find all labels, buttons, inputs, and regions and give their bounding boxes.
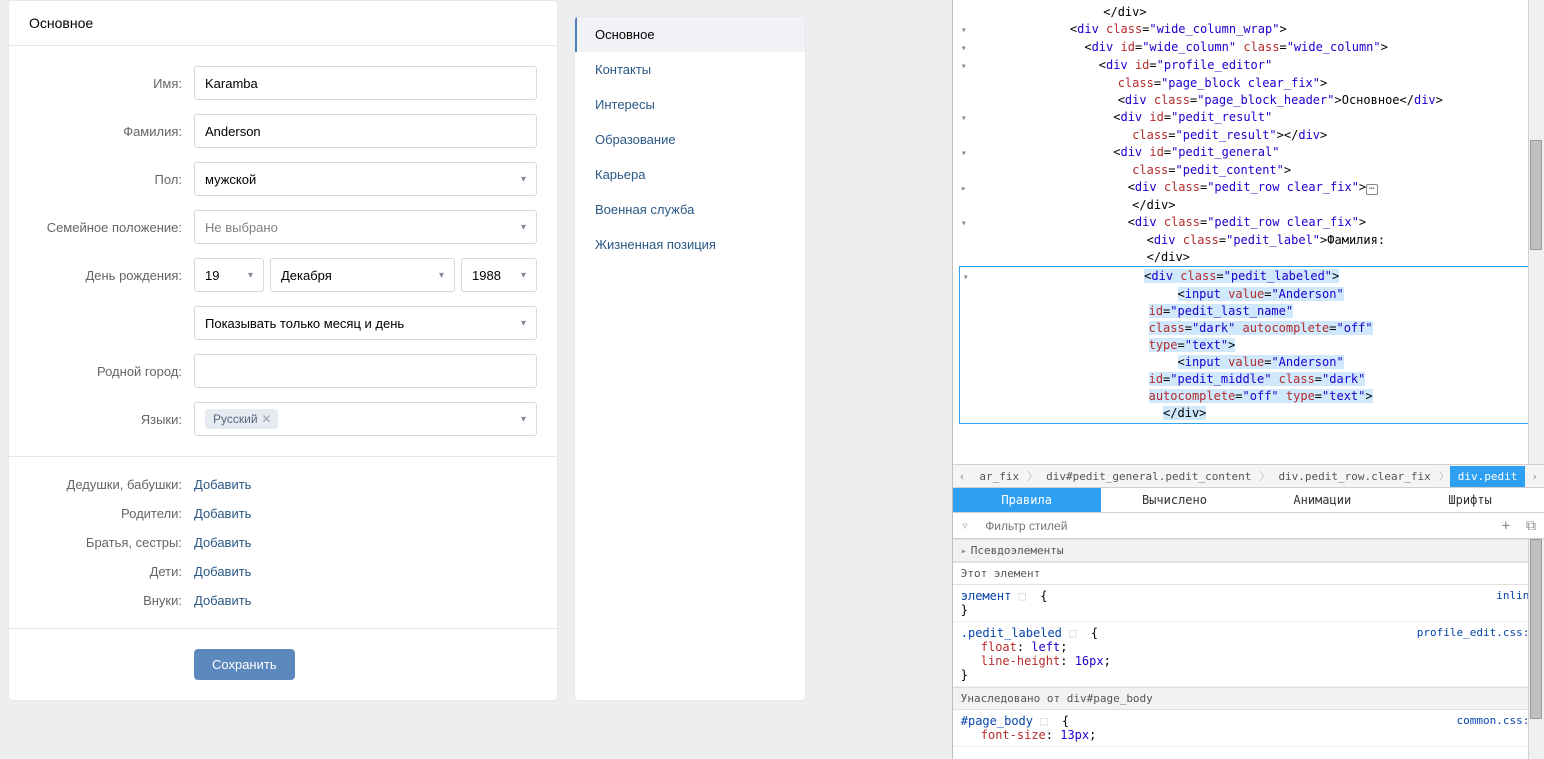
grandparents-label: Дедушки, бабушки: xyxy=(29,477,194,492)
add-rule-icon[interactable]: + xyxy=(1494,518,1518,534)
birthday-visibility-select[interactable]: Показывать только месяц и день▾ xyxy=(194,306,537,340)
styles-scrollbar[interactable] xyxy=(1528,539,1544,759)
nav-item-career[interactable]: Карьера xyxy=(575,157,805,192)
language-tag: Русский✕ xyxy=(205,409,278,429)
page-content: Основное Имя: Фамилия: Пол: мужской▾ xyxy=(0,0,952,759)
hometown-label: Родной город: xyxy=(29,364,194,379)
add-grandparents-link[interactable]: Добавить xyxy=(194,477,251,492)
inherited-header: Унаследовано от div#page_body xyxy=(953,687,1544,710)
hometown-input[interactable] xyxy=(194,354,537,388)
tab-fonts[interactable]: Шрифты xyxy=(1396,488,1544,512)
breadcrumb-item[interactable]: div#pedit_general.pedit_content xyxy=(1038,466,1259,487)
marital-label: Семейное положение: xyxy=(29,220,194,235)
page-block-header: Основное xyxy=(9,1,557,46)
dom-scrollbar[interactable] xyxy=(1528,0,1544,464)
siblings-label: Братья, сестры: xyxy=(29,535,194,550)
side-nav: Основное Контакты Интересы Образование К… xyxy=(574,16,806,701)
this-element-header: Этот элемент xyxy=(953,562,1544,585)
devtools-panel: </div> ▾ <div class="wide_column_wrap"> … xyxy=(952,0,1544,759)
rule-source-link[interactable]: profile_edit.css:1 xyxy=(1417,626,1536,640)
styles-panel[interactable]: ▸Псевдоэлементы Этот элемент элемент ⬚ {… xyxy=(953,539,1544,759)
chevron-down-icon: ▾ xyxy=(521,414,526,425)
css-rule[interactable]: #page_body ⬚ {common.css:1 font-size: 13… xyxy=(953,710,1544,747)
profile-editor-block: Основное Имя: Фамилия: Пол: мужской▾ xyxy=(8,0,558,701)
nav-item-military[interactable]: Военная служба xyxy=(575,192,805,227)
birthday-month-select[interactable]: Декабря▾ xyxy=(270,258,455,292)
add-grandchildren-link[interactable]: Добавить xyxy=(194,593,251,608)
breadcrumb-prev-icon[interactable]: ‹ xyxy=(953,470,972,483)
styles-filter-input[interactable] xyxy=(977,515,1493,537)
chevron-down-icon: ▾ xyxy=(521,174,526,185)
chevron-down-icon: ▾ xyxy=(248,270,253,281)
chevron-down-icon: ▾ xyxy=(439,270,444,281)
tab-computed[interactable]: Вычислено xyxy=(1101,488,1249,512)
save-button[interactable]: Сохранить xyxy=(194,649,295,680)
tab-animations[interactable]: Анимации xyxy=(1248,488,1396,512)
nav-item-main[interactable]: Основное xyxy=(575,17,805,52)
birthday-year-select[interactable]: 1988▾ xyxy=(461,258,537,292)
rule-source-link[interactable]: common.css:1 xyxy=(1457,714,1536,728)
sex-label: Пол: xyxy=(29,172,194,187)
children-label: Дети: xyxy=(29,564,194,579)
devtools-tabs: Правила Вычислено Анимации Шрифты xyxy=(953,488,1544,513)
last-name-input[interactable] xyxy=(194,114,537,148)
breadcrumb-next-icon[interactable]: › xyxy=(1525,470,1544,483)
css-rule[interactable]: элемент ⬚ {inline } xyxy=(953,585,1544,622)
chevron-down-icon: ▾ xyxy=(521,318,526,329)
styles-scrollbar-thumb[interactable] xyxy=(1530,539,1542,719)
add-siblings-link[interactable]: Добавить xyxy=(194,535,251,550)
parents-label: Родители: xyxy=(29,506,194,521)
nav-item-contacts[interactable]: Контакты xyxy=(575,52,805,87)
divider xyxy=(9,456,557,457)
birthday-label: День рождения: xyxy=(29,268,194,283)
pseudo-elements-header[interactable]: ▸Псевдоэлементы xyxy=(953,539,1544,562)
birthday-day-select[interactable]: 19▾ xyxy=(194,258,264,292)
chevron-down-icon: ▾ xyxy=(521,270,526,281)
devtools-breadcrumb: ‹ ar_fix〉 div#pedit_general.pedit_conten… xyxy=(953,464,1544,488)
marital-select[interactable]: Не выбрано▾ xyxy=(194,210,537,244)
languages-select[interactable]: Русский✕ ▾ xyxy=(194,402,537,436)
remove-tag-icon[interactable]: ✕ xyxy=(262,412,272,426)
nav-item-position[interactable]: Жизненная позиция xyxy=(575,227,805,262)
tab-rules[interactable]: Правила xyxy=(953,488,1101,512)
divider xyxy=(9,628,557,629)
dom-scrollbar-thumb[interactable] xyxy=(1530,140,1542,250)
chevron-down-icon: ▾ xyxy=(521,222,526,233)
add-parents-link[interactable]: Добавить xyxy=(194,506,251,521)
breadcrumb-item-active[interactable]: div.pedit xyxy=(1450,466,1526,487)
sex-select[interactable]: мужской▾ xyxy=(194,162,537,196)
split-view-icon[interactable]: ⧉ xyxy=(1518,518,1544,534)
breadcrumb-item[interactable]: ar_fix xyxy=(971,466,1027,487)
languages-label: Языки: xyxy=(29,412,194,427)
add-children-link[interactable]: Добавить xyxy=(194,564,251,579)
nav-item-education[interactable]: Образование xyxy=(575,122,805,157)
first-name-input[interactable] xyxy=(194,66,537,100)
grandchildren-label: Внуки: xyxy=(29,593,194,608)
first-name-label: Имя: xyxy=(29,76,194,91)
css-rule[interactable]: .pedit_labeled ⬚ {profile_edit.css:1 flo… xyxy=(953,622,1544,687)
filter-icon: ▿ xyxy=(953,518,977,534)
dom-tree-panel[interactable]: </div> ▾ <div class="wide_column_wrap"> … xyxy=(953,0,1544,464)
breadcrumb-item[interactable]: div.pedit_row.clear_fix xyxy=(1270,466,1438,487)
nav-item-interests[interactable]: Интересы xyxy=(575,87,805,122)
last-name-label: Фамилия: xyxy=(29,124,194,139)
